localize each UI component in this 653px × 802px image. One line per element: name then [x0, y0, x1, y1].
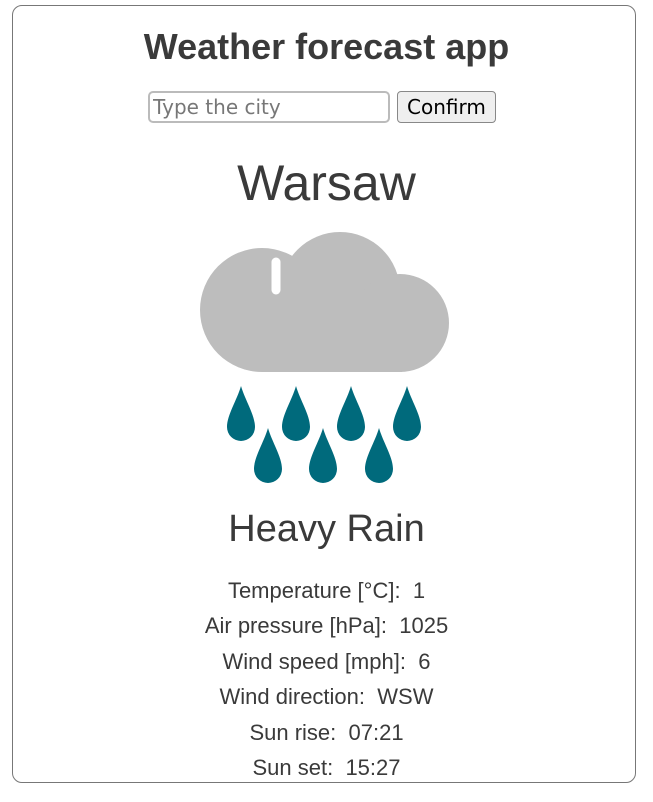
stat-value: 6 [418, 648, 431, 674]
cloud-shape [200, 232, 449, 372]
stat-value: 07:21 [348, 719, 404, 745]
stat-air-pressure: Air pressure [hPa]: 1025 [0, 608, 653, 643]
stat-value: 15:27 [345, 755, 401, 781]
weather-stats: Temperature [°C]: 1 Air pressure [hPa]: … [0, 573, 653, 785]
rain-drop [227, 386, 255, 441]
stat-value: 1 [412, 578, 426, 603]
rain-drop [337, 386, 365, 441]
rain-drop [282, 386, 310, 441]
rain-drop [254, 428, 282, 483]
stat-sun-set: Sun set: 15:27 [0, 750, 653, 785]
stat-wind-direction: Wind direction: WSW [0, 679, 653, 714]
stat-value: WSW [377, 684, 434, 710]
stat-label: Wind direction: [219, 684, 366, 710]
rain-drop [365, 428, 393, 483]
rain-drop [309, 428, 337, 483]
stat-label: Wind speed [mph]: [222, 648, 406, 674]
stat-value: 1025 [399, 613, 449, 639]
stat-label: Air pressure [hPa]: [204, 613, 387, 639]
stat-label: Sun rise: [249, 719, 337, 745]
rain-drops [227, 386, 421, 483]
stat-sun-rise: Sun rise: 07:21 [0, 715, 653, 750]
stat-label: Temperature [°C]: [227, 578, 401, 603]
weather-description: Heavy Rain [228, 508, 425, 550]
stat-label: Sun set: [252, 755, 334, 781]
stat-temperature: Temperature [°C]: 1 [0, 573, 653, 608]
rain-drop [393, 386, 421, 441]
stat-wind-speed: Wind speed [mph]: 6 [0, 644, 653, 679]
